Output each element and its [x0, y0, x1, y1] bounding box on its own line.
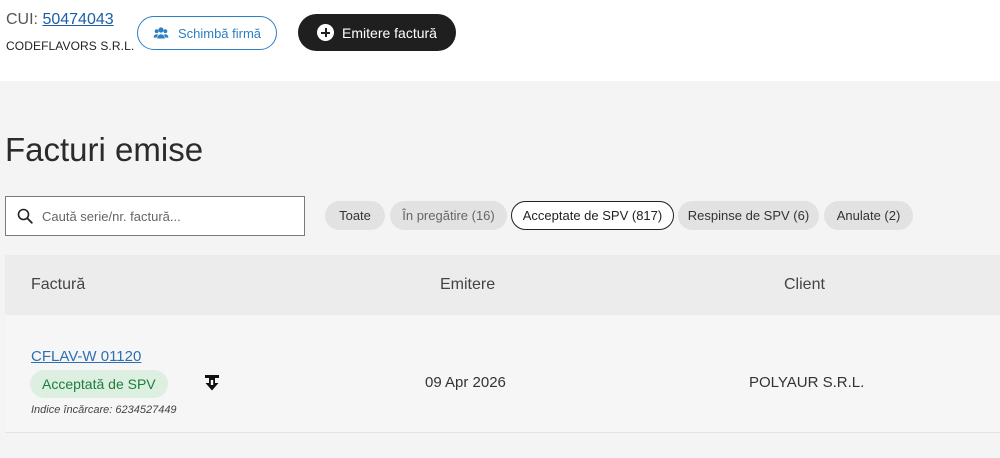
company-name: CODEFLAVORS S.R.L.: [6, 39, 135, 53]
search-box[interactable]: [5, 196, 305, 236]
filter-cancelled[interactable]: Anulate (2): [824, 201, 913, 230]
cui-label: CUI:: [6, 11, 38, 28]
column-issued[interactable]: Emitere: [440, 276, 495, 294]
search-icon: [17, 208, 33, 224]
plus-circle-icon: [317, 24, 335, 41]
client-name: POLYAUR S.R.L.: [749, 374, 865, 391]
table-row[interactable]: CFLAV-W 01120 Acceptată de SPV Indice în…: [5, 315, 1000, 433]
users-icon: [153, 27, 169, 39]
cui-link[interactable]: 50474043: [42, 11, 113, 28]
page-title: Facturi emise: [5, 131, 204, 168]
emit-invoice-button[interactable]: Emitere factură: [298, 14, 456, 51]
column-invoice[interactable]: Factură: [31, 276, 85, 294]
download-icon[interactable]: [204, 374, 220, 392]
issue-date: 09 Apr 2026: [425, 374, 506, 391]
top-bar: CUI: 50474043 CODEFLAVORS S.R.L. Schimbă…: [0, 0, 1000, 81]
table-header: Factură Emitere Client: [5, 255, 1000, 315]
filter-all[interactable]: Toate: [325, 201, 385, 230]
emit-invoice-label: Emitere factură: [342, 24, 437, 41]
column-client[interactable]: Client: [784, 276, 825, 294]
search-input[interactable]: [42, 208, 282, 224]
cui-line: CUI: 50474043: [6, 11, 114, 29]
invoice-link[interactable]: CFLAV-W 01120: [31, 348, 141, 365]
upload-index: Indice încărcare: 6234527449: [31, 404, 177, 416]
switch-company-button[interactable]: Schimbă firmă: [137, 16, 277, 50]
filter-rejected[interactable]: Respinse de SPV (6): [678, 201, 819, 230]
filter-accepted[interactable]: Acceptate de SPV (817): [511, 201, 674, 230]
switch-company-label: Schimbă firmă: [177, 25, 262, 41]
status-badge: Acceptată de SPV: [30, 370, 168, 398]
filter-in-preparation[interactable]: În pregătire (16): [390, 201, 507, 230]
